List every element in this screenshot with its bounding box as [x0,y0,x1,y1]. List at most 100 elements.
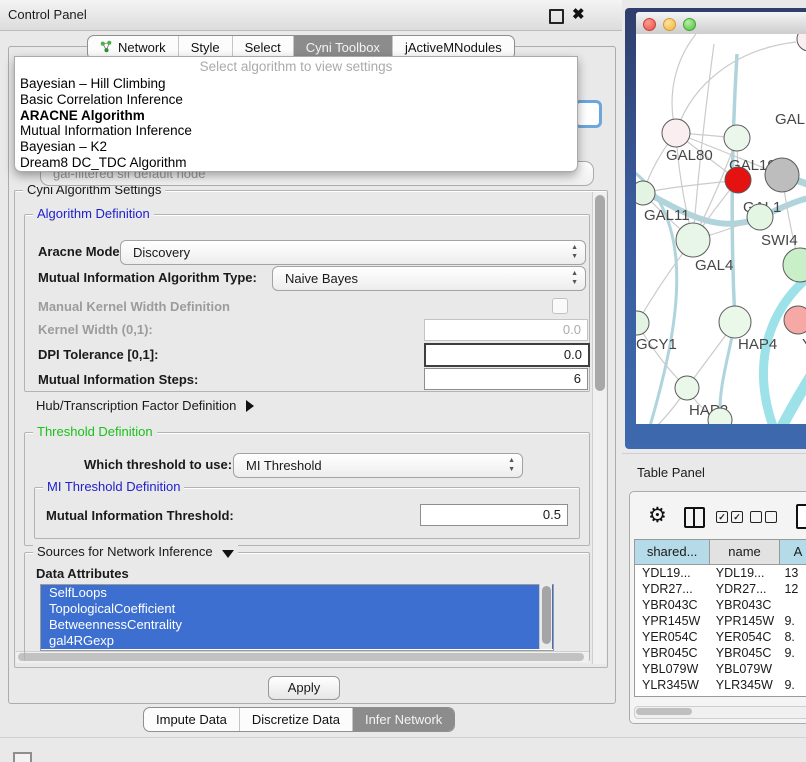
network-node-gal1[interactable] [725,167,751,193]
dropdown-item-bayesian-hill-climbing[interactable]: Bayesian – Hill Climbing [15,76,577,92]
mi-type-combo[interactable]: Naive Bayes ▲▼ [272,266,586,291]
table-hscrollbar[interactable] [634,706,806,719]
sources-title[interactable]: Sources for Network Inference [33,545,238,559]
attributes-vscrollbar[interactable] [539,584,552,649]
mi-threshold-field[interactable]: 0.5 [420,504,568,526]
sources-title-text: Sources for Network Inference [37,544,213,559]
table-cell: YDR27... [635,581,709,597]
network-edge[interactable] [693,44,714,240]
minimize-traffic-light-icon[interactable] [663,18,676,31]
network-window-titlebar[interactable] [636,12,806,35]
tab-label: Network [118,40,166,55]
deselect-all-icon[interactable] [750,511,777,523]
table-body: YDL19...YDL19...13YDR27...YDR27...12YBR0… [635,565,806,697]
table-row[interactable]: YDR27...YDR27...12 [635,581,806,597]
network-canvas[interactable]: GAL80GAL10GAL1GAL11GAL4SWI4GCY1HAP4HAP2G… [636,34,806,424]
network-node-swi4[interactable] [747,204,773,230]
aracne-mode-label: Aracne Mode: [38,244,124,259]
which-threshold-label: Which threshold to use: [84,457,232,472]
network-node[interactable] [797,34,806,51]
apply-button[interactable]: Apply [268,676,340,700]
panel-corner-icon[interactable] [13,752,32,762]
table-row[interactable]: YIL052CYIL052C9. [635,693,806,697]
document-icon[interactable] [796,504,806,529]
network-node[interactable] [765,158,799,192]
hub-section-toggle[interactable]: Hub/Transcription Factor Definition [36,398,254,413]
dropdown-item-aracne-algorithm[interactable]: ARACNE Algorithm [15,108,577,124]
kernel-width-field[interactable]: 0.0 [424,319,588,341]
table-cell: 13 [777,565,806,581]
dpi-tolerance-field[interactable]: 0.0 [424,343,590,367]
table-cell: 9. [777,693,806,697]
node-label-partial: GAL [775,111,805,128]
table-cell: 9. [777,613,806,629]
network-node-gal10[interactable] [724,125,750,151]
split-columns-icon[interactable] [684,507,705,528]
table-row[interactable]: YBL079WYBL079W [635,661,806,677]
data-attributes-list[interactable]: SelfLoopsTopologicalCoefficientBetweenne… [40,584,554,651]
hub-section-label: Hub/Transcription Factor Definition [36,398,236,413]
tab-impute-data[interactable]: Impute Data [144,708,240,731]
table-row[interactable]: YPR145WYPR145W9. [635,613,806,629]
network-node[interactable] [783,248,806,282]
network-graph[interactable]: GAL80GAL10GAL1GAL11GAL4SWI4GCY1HAP4HAP2G… [636,34,806,424]
mi-steps-label: Mutual Information Steps: [38,372,198,387]
expand-right-icon [246,400,254,412]
network-node-hap4[interactable] [719,306,751,338]
network-node-gcy1[interactable] [636,311,649,335]
network-node-hap2[interactable] [675,376,699,400]
tab-infer-network[interactable]: Infer Network [353,708,454,731]
dropdown-item-bayesian-k2[interactable]: Bayesian – K2 [15,139,577,155]
dropdown-item-basic-correlation-inference[interactable]: Basic Correlation Inference [15,92,577,108]
attribute-item[interactable]: SelfLoops [41,585,553,601]
network-edge[interactable] [643,180,738,193]
mi-threshold-title: MI Threshold Definition [43,480,184,494]
bottom-divider [0,737,806,738]
mi-steps-field[interactable]: 6 [424,368,588,390]
node-label: GAL80 [666,147,713,164]
table-cell: 9. [777,645,806,661]
node-label: GAL11 [644,207,690,224]
settings-vscrollbar[interactable] [592,192,606,664]
network-node-gal80[interactable] [662,119,690,147]
network-node-gal11[interactable] [636,181,655,205]
column-header-a[interactable]: A [780,540,806,564]
algorithm-combo-focus-ring[interactable] [574,100,602,128]
screen: Control Panel ✖ NetworkStyleSelectCyni T… [0,0,806,762]
manual-kernel-checkbox[interactable] [552,298,568,314]
dpi-tolerance-label: DPI Tolerance [0,1]: [38,347,158,362]
dropdown-item-dream8-dc-tdc-algorithm[interactable]: Dream8 DC_TDC Algorithm [15,155,577,171]
table-row[interactable]: YDL19...YDL19...13 [635,565,806,581]
attribute-item[interactable]: TopologicalCoefficient [41,601,553,617]
close-traffic-light-icon[interactable] [643,18,656,31]
table-row[interactable]: YBR043CYBR043C [635,597,806,613]
table-row[interactable]: YLR345WYLR345W9. [635,677,806,693]
gear-icon[interactable]: ⚙ [648,505,667,527]
network-edge[interactable] [672,34,696,133]
which-threshold-combo[interactable]: MI Threshold ▲▼ [233,453,523,478]
dropdown-item-mutual-information-inference[interactable]: Mutual Information Inference [15,123,577,139]
tab-discretize-data[interactable]: Discretize Data [240,708,353,731]
table-row[interactable]: YBR045CYBR045C9. [635,645,806,661]
aracne-mode-combo[interactable]: Discovery ▲▼ [120,240,586,265]
table-row[interactable]: YER054CYER054C8. [635,629,806,645]
column-header-name[interactable]: name [710,540,780,564]
node-label: GAL4 [695,257,733,274]
zoom-traffic-light-icon[interactable] [683,18,696,31]
select-all-icon[interactable]: ✓✓ [716,511,743,523]
manual-kernel-label: Manual Kernel Width Definition [38,299,230,314]
network-node-gal4[interactable] [676,223,710,257]
attribute-item[interactable]: BetweennessCentrality [41,617,553,633]
column-header-shared-[interactable]: shared... [635,540,710,564]
float-panel-icon[interactable] [549,9,564,24]
network-graph-icon [100,40,113,56]
network-node[interactable] [784,306,806,334]
algorithm-dropdown-placeholder: Select algorithm to view settings [15,57,577,76]
node-label-partial: Y [802,336,806,353]
tab-label: Discretize Data [252,712,340,727]
mi-threshold-label: Mutual Information Threshold: [46,508,234,523]
attribute-item[interactable]: gal4RGexp [41,633,553,649]
close-panel-icon[interactable]: ✖ [572,5,585,23]
algorithm-definition-title: Algorithm Definition [33,207,154,221]
bottom-tabs: Impute Data Discretize Data Infer Network [143,707,455,732]
